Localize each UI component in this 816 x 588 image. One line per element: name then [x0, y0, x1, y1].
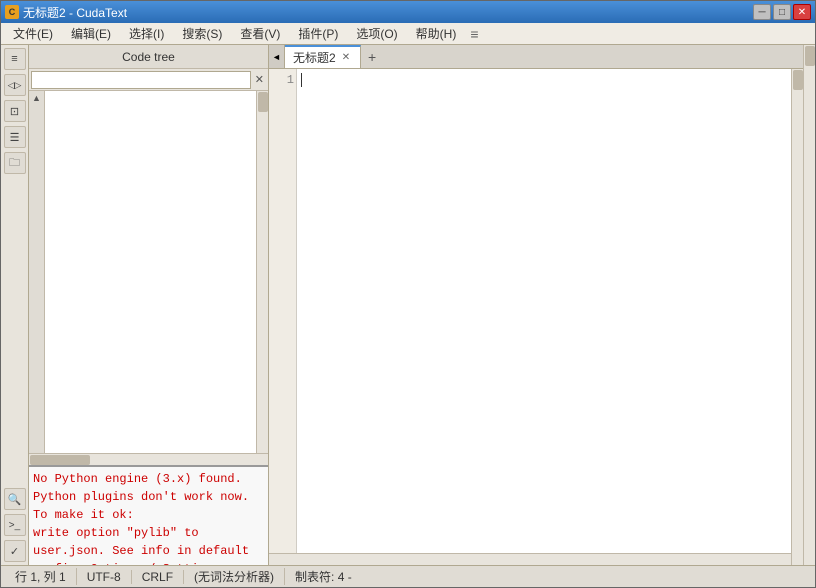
- maximize-button[interactable]: □: [773, 4, 791, 20]
- tab-bar: ◄ 无标题2 ✕ +: [269, 45, 803, 69]
- tab-label: 无标题2: [293, 49, 336, 66]
- status-encoding: UTF-8: [77, 570, 132, 584]
- tab-untitled2[interactable]: 无标题2 ✕: [285, 45, 361, 68]
- left-panel: Code tree ✕ ▲: [29, 45, 269, 565]
- left-arrow-strip: ▲: [29, 91, 45, 453]
- menu-search[interactable]: 搜索(S): [174, 23, 230, 44]
- console-section: No Python engine (3.x) found. Python plu…: [29, 465, 268, 565]
- status-tabsize: 制表符: 4 -: [285, 568, 362, 585]
- menu-plugins[interactable]: 插件(P): [290, 23, 346, 44]
- left-panel-vscroll[interactable]: [256, 91, 268, 453]
- app-icon: C: [5, 5, 19, 19]
- app-window: C 无标题2 - CudaText ─ □ ✕ 文件(E) 编辑(E) 选择(I…: [0, 0, 816, 588]
- editor-text-area[interactable]: [297, 69, 791, 553]
- menu-extra[interactable]: ≡: [470, 26, 478, 42]
- folder-button[interactable]: 🗀: [4, 152, 26, 174]
- title-bar-left: C 无标题2 - CudaText: [5, 4, 127, 21]
- menu-edit[interactable]: 编辑(E): [63, 23, 119, 44]
- left-panel-hscroll[interactable]: [29, 453, 268, 465]
- tab-close-button[interactable]: ✕: [340, 52, 352, 63]
- editor-inner: 1: [269, 69, 803, 565]
- far-right-vscroll[interactable]: [803, 45, 815, 565]
- left-toolbar: ≡ ◁▷ ⊡ ☰ 🗀 🔍 >_ ✓: [1, 45, 29, 565]
- status-position: 行 1, 列 1: [5, 568, 77, 585]
- arrow-strip-up[interactable]: ▲: [32, 93, 41, 103]
- left-side-inner: ▲: [29, 91, 268, 453]
- console-line-2: write option "pylib" to user.json. See i…: [33, 524, 264, 565]
- code-tree-title: Code tree: [122, 50, 175, 64]
- tree-white-area: [45, 91, 256, 453]
- console-line-1: No Python engine (3.x) found. Python plu…: [33, 470, 264, 524]
- close-button[interactable]: ✕: [793, 4, 811, 20]
- menu-options[interactable]: 选项(O): [348, 23, 405, 44]
- title-buttons: ─ □ ✕: [753, 4, 811, 20]
- status-eol: CRLF: [132, 570, 184, 584]
- middle-row: ≡ ◁▷ ⊡ ☰ 🗀 🔍 >_ ✓ Code tree ✕: [1, 45, 815, 565]
- tree-search-row: ✕: [29, 69, 268, 91]
- status-bar: 行 1, 列 1 UTF-8 CRLF (无词法分析器) 制表符: 4 -: [1, 565, 815, 587]
- line-numbers: 1: [269, 69, 297, 553]
- back-forward-button[interactable]: ◁▷: [4, 74, 26, 96]
- search-button[interactable]: 🔍: [4, 488, 26, 510]
- text-cursor: [301, 73, 302, 87]
- menu-file[interactable]: 文件(E): [5, 23, 61, 44]
- list-button[interactable]: ☰: [4, 126, 26, 148]
- status-lexer: (无词法分析器): [184, 568, 285, 585]
- editor-hscroll[interactable]: [269, 553, 791, 565]
- menu-help[interactable]: 帮助(H): [408, 23, 465, 44]
- tree-close-button[interactable]: ✕: [253, 73, 266, 86]
- tab-left-arrow[interactable]: ◄: [269, 45, 285, 68]
- title-bar: C 无标题2 - CudaText ─ □ ✕: [1, 1, 815, 23]
- line-number-1: 1: [271, 73, 294, 87]
- menu-bar: 文件(E) 编辑(E) 选择(I) 搜索(S) 查看(V) 插件(P) 选项(O…: [1, 23, 815, 45]
- tab-add-button[interactable]: +: [361, 45, 383, 68]
- editor-body: 1: [269, 69, 791, 553]
- editor-main: 1: [269, 69, 791, 565]
- checkmark-button[interactable]: ✓: [4, 540, 26, 562]
- editor-section: ◄ 无标题2 ✕ + 1: [269, 45, 803, 565]
- package-button[interactable]: ⊡: [4, 100, 26, 122]
- menu-select[interactable]: 选择(I): [121, 23, 172, 44]
- tree-search-input[interactable]: [31, 71, 251, 89]
- window-title: 无标题2 - CudaText: [23, 4, 127, 21]
- terminal-button[interactable]: >_: [4, 514, 26, 536]
- minimize-button[interactable]: ─: [753, 4, 771, 20]
- menu-toggle-button[interactable]: ≡: [4, 48, 26, 70]
- menu-view[interactable]: 查看(V): [232, 23, 288, 44]
- editor-vscroll[interactable]: [791, 69, 803, 565]
- content-area: ≡ ◁▷ ⊡ ☰ 🗀 🔍 >_ ✓ Code tree ✕: [1, 45, 815, 587]
- code-tree-header: Code tree: [29, 45, 268, 69]
